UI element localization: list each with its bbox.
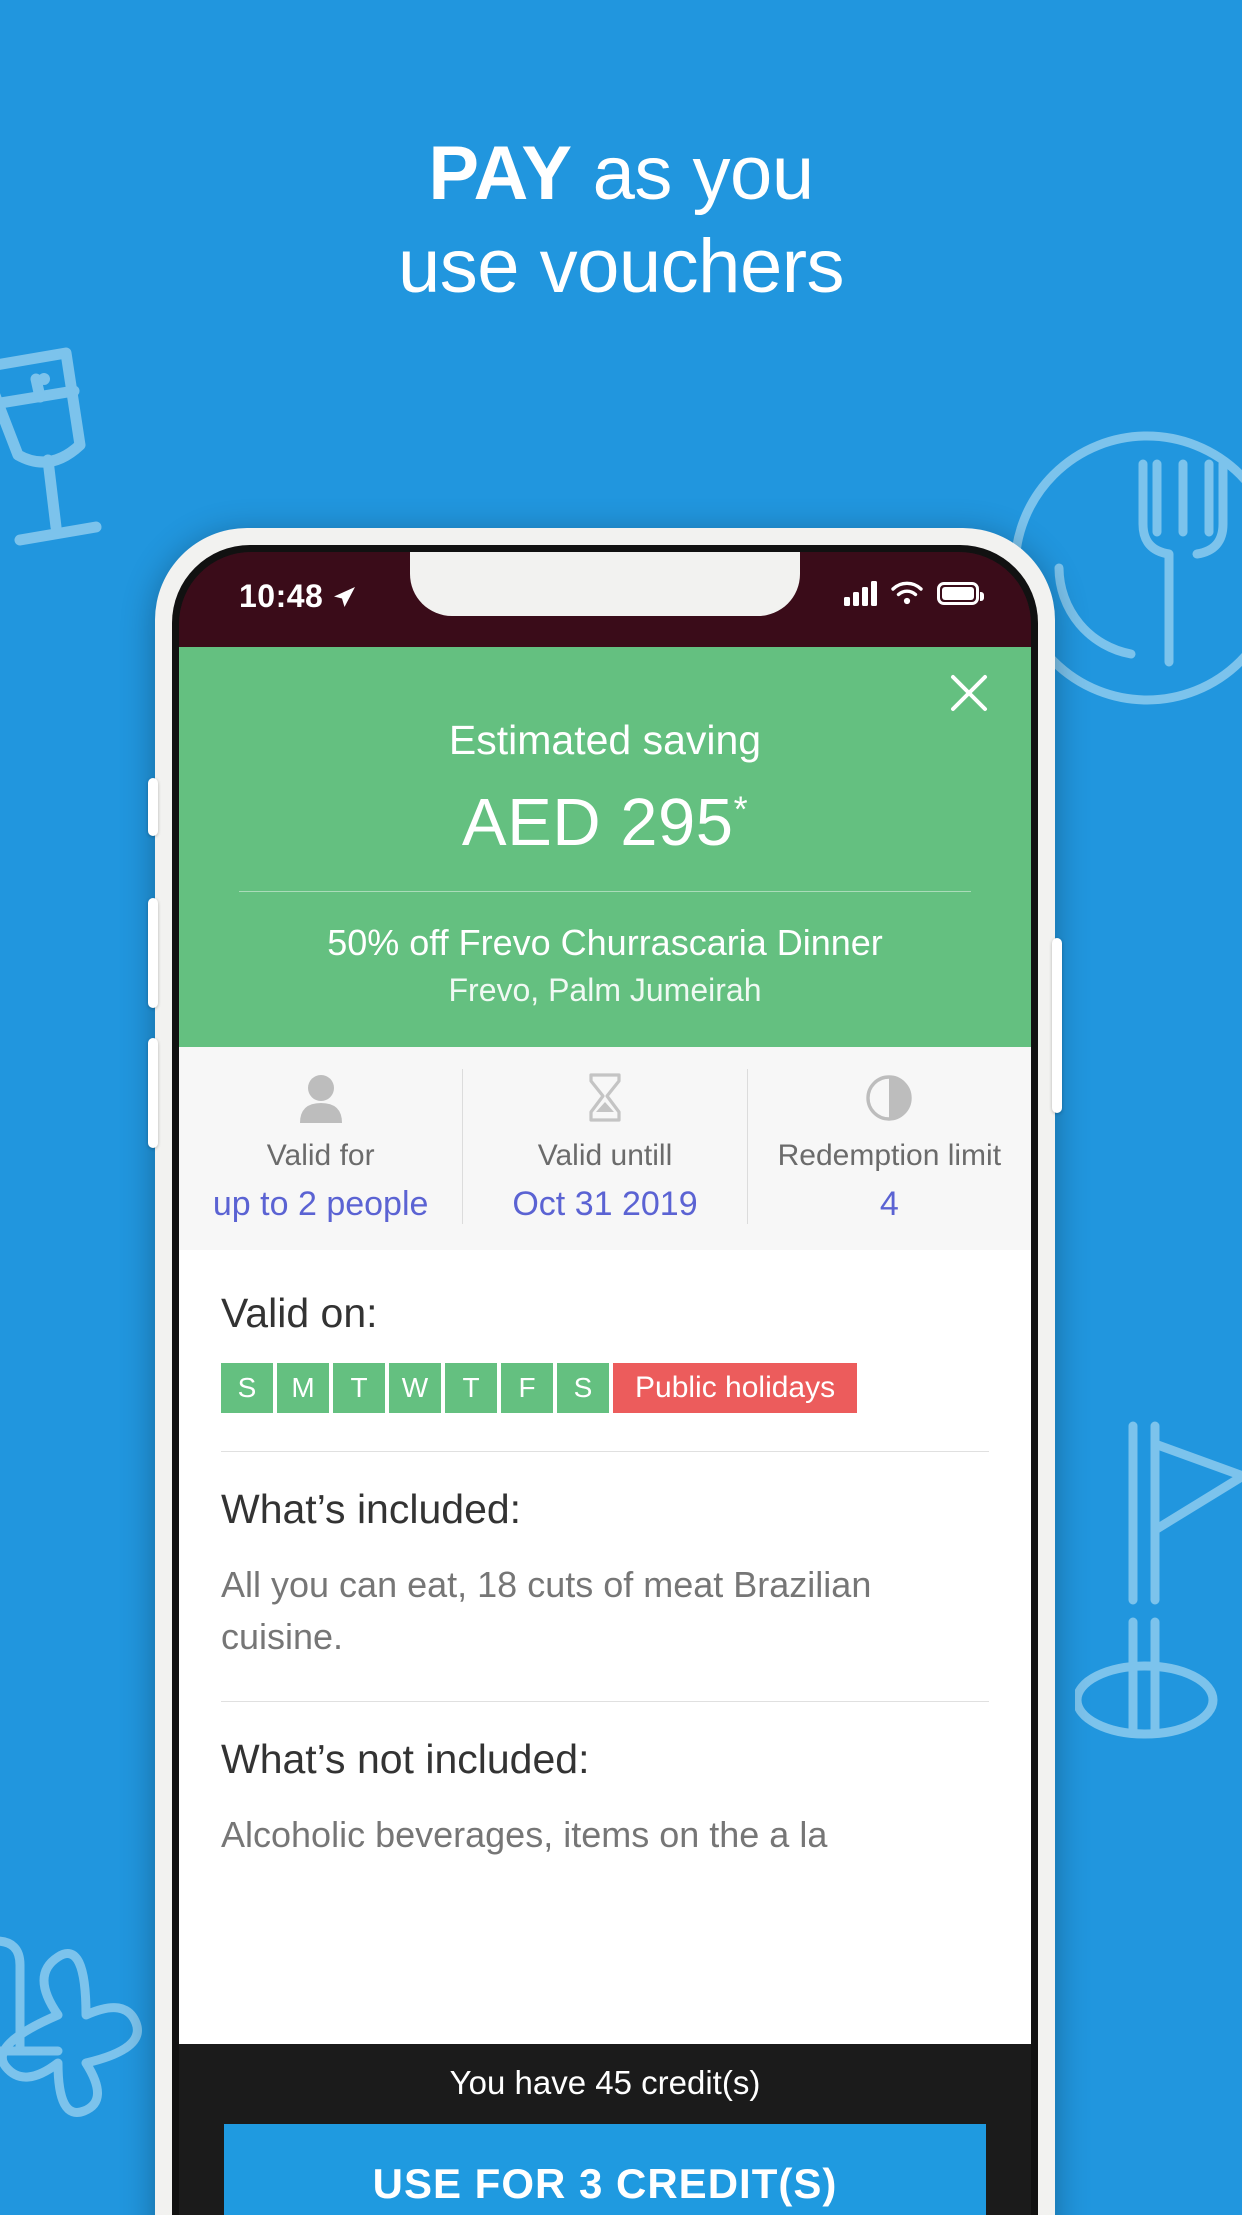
volume-up-button[interactable] — [148, 898, 158, 1008]
bottom-action-bar: You have 45 credit(s) USE FOR 3 CREDIT(S… — [179, 2044, 1031, 2215]
cellular-signal-icon — [844, 580, 877, 606]
public-holidays-chip: Public holidays — [613, 1363, 858, 1413]
day-chip: S — [221, 1363, 273, 1413]
whats-not-included-text: Alcoholic beverages, items on the a la — [221, 1814, 828, 1856]
whats-not-included-title: What’s not included: — [221, 1736, 590, 1783]
status-bar-indicators — [844, 580, 984, 606]
pie-chart-icon — [865, 1069, 913, 1127]
saving-divider — [239, 891, 971, 892]
headline-line2: use vouchers — [397, 223, 845, 309]
status-bar: 10:48 — [179, 552, 1031, 647]
whats-included-title: What’s included: — [221, 1486, 522, 1532]
day-chip: T — [445, 1363, 497, 1413]
page-title: PAY as you use vouchers — [0, 128, 1242, 313]
saving-currency: AED — [461, 785, 602, 860]
whats-included-section: What’s included: All you can eat, 18 cut… — [221, 1452, 989, 1663]
location-arrow-icon — [334, 586, 356, 607]
day-chip: F — [501, 1363, 553, 1413]
silent-switch-button[interactable] — [148, 778, 158, 836]
headline-rest: as you — [572, 131, 814, 216]
voucher-info-strip: Valid for up to 2 people Valid untill Oc… — [179, 1047, 1031, 1250]
whats-not-included-section: What’s not included: Alcoholic beverages… — [221, 1702, 989, 1861]
info-label: Redemption limit — [777, 1139, 1002, 1172]
day-chip: M — [277, 1363, 329, 1413]
info-value: Oct 31 2019 — [512, 1185, 698, 1223]
status-bar-time-group: 10:48 — [239, 578, 357, 615]
estimated-saving-amount: AED 295* — [227, 784, 983, 861]
offer-title: 50% off Frevo Churrascaria Dinner — [327, 922, 883, 963]
flower-illustration — [0, 1936, 142, 2117]
info-value: 4 — [879, 1185, 899, 1223]
volume-down-button[interactable] — [148, 1038, 158, 1148]
close-icon[interactable] — [945, 669, 993, 717]
valid-on-day-chips: S M T W T F S Public holidays — [221, 1363, 989, 1413]
estimated-saving-label: Estimated saving — [448, 717, 762, 763]
info-label: Valid untill — [537, 1139, 673, 1172]
valid-on-section: Valid on: S M T W T F S Public holidays — [221, 1250, 989, 1413]
phone-screen: Discover Brazil on the beach at Frevo fo… — [179, 552, 1031, 2215]
phone-bezel: Discover Brazil on the beach at Frevo fo… — [172, 545, 1038, 2215]
person-icon — [298, 1069, 344, 1127]
hourglass-icon — [585, 1069, 625, 1127]
info-column-redemption-limit: Redemption limit 4 — [746, 1069, 1031, 1224]
power-button[interactable] — [1052, 938, 1062, 1113]
phone-mockup: Discover Brazil on the beach at Frevo fo… — [148, 528, 1062, 2215]
notch — [410, 552, 800, 616]
battery-full-icon — [937, 581, 984, 605]
day-chip: S — [557, 1363, 609, 1413]
info-column-valid-for: Valid for up to 2 people — [179, 1069, 462, 1224]
status-bar-time: 10:48 — [239, 578, 324, 614]
valid-on-title: Valid on: — [221, 1290, 378, 1336]
day-chip: T — [333, 1363, 385, 1413]
credits-balance-text: You have 45 credit(s) — [449, 2064, 761, 2101]
day-chip: W — [389, 1363, 441, 1413]
use-credits-button[interactable]: USE FOR 3 CREDIT(S) — [224, 2124, 986, 2215]
modal-body[interactable]: Valid on: S M T W T F S Public holidays … — [179, 1250, 1031, 2044]
whats-included-text: All you can eat, 18 cuts of meat Brazili… — [221, 1564, 872, 1658]
saving-asterisk: * — [733, 788, 749, 830]
estimated-saving-header: Estimated saving AED 295* 50% off Frevo … — [179, 647, 1031, 1047]
voucher-detail-modal: Estimated saving AED 295* 50% off Frevo … — [179, 647, 1031, 2044]
info-column-valid-until: Valid untill Oct 31 2019 — [462, 1069, 746, 1224]
info-value: up to 2 people — [212, 1185, 429, 1223]
saving-value: 295 — [620, 785, 734, 860]
headline-bold: PAY — [428, 131, 573, 216]
info-label: Valid for — [266, 1139, 375, 1172]
golf-flag-illustration — [1075, 1421, 1242, 1739]
wine-glass-illustration — [0, 347, 102, 546]
offer-venue: Frevo, Palm Jumeirah — [448, 972, 762, 1008]
wifi-icon — [891, 581, 923, 605]
